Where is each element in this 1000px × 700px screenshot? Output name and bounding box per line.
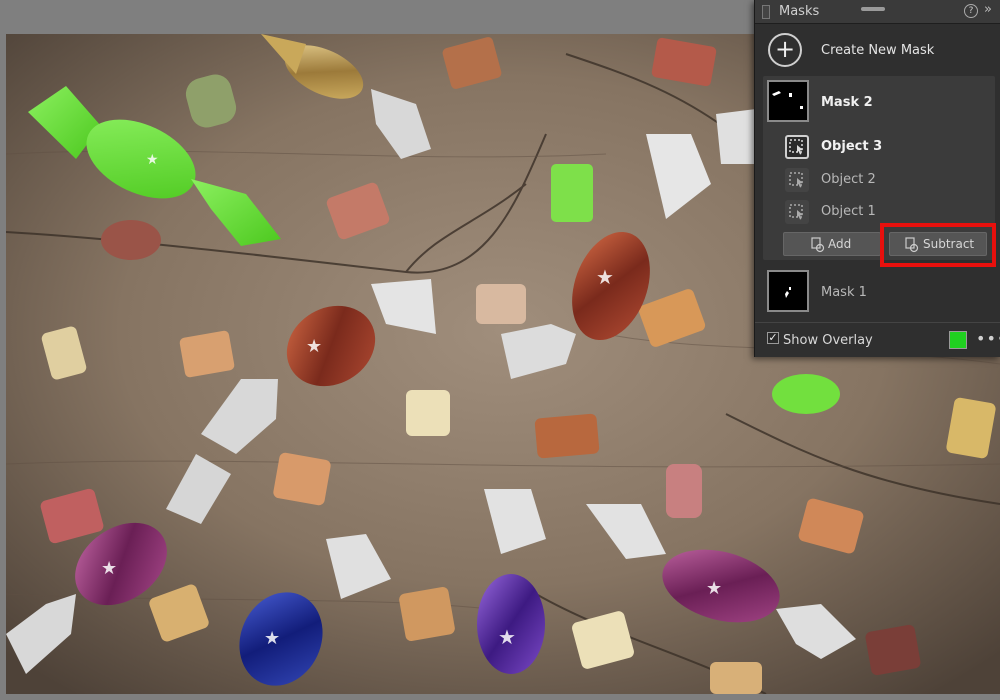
object-select-icon [785,135,809,159]
svg-text:★: ★ [706,578,722,599]
create-new-mask-label: Create New Mask [821,43,935,58]
object-select-icon [785,168,809,192]
object-select-icon [785,200,809,224]
subtract-highlight-box [880,223,996,267]
add-mask-icon [811,237,825,253]
double-chevron-right-icon[interactable]: » [984,2,992,17]
component-name: Object 1 [821,204,876,219]
svg-text:★: ★ [596,265,614,289]
mask-2-preview-icon [772,91,803,109]
component-name: Object 2 [821,172,876,187]
svg-text:★: ★ [101,558,117,579]
overlay-color-swatch[interactable] [949,331,967,349]
create-new-mask-button[interactable]: + Create New Mask [755,26,1000,72]
component-name: Object 3 [821,139,883,154]
plus-circle-icon: + [768,33,802,67]
show-overlay-row: ✓ Show Overlay ••• [755,322,1000,356]
panel-grip-icon[interactable] [762,5,770,19]
mask-name: Mask 2 [821,95,873,110]
more-horizontal-icon[interactable]: ••• [976,329,1000,348]
panel-title: Masks [779,4,820,19]
masks-panel: Masks ? » + Create New Mask Mask 2 Objec… [754,0,1000,357]
mask-thumbnail[interactable] [767,270,809,312]
show-overlay-label[interactable]: Show Overlay [783,333,873,348]
add-label: Add [828,237,852,251]
drag-handle-icon[interactable] [861,7,885,11]
svg-text:★: ★ [498,625,516,649]
svg-text:★: ★ [306,336,322,357]
show-overlay-checkbox[interactable]: ✓ [767,332,779,344]
app-canvas: ★ ★ ★ ★ ★ ★ ★ Masks ? » + Create New Mas… [0,0,1000,700]
panel-header[interactable]: Masks ? » [755,0,1000,24]
svg-text:★: ★ [146,152,159,168]
add-button[interactable]: Add [783,232,881,256]
mask-item-mask-1[interactable]: Mask 1 [763,266,995,318]
mask-name: Mask 1 [821,285,867,300]
help-icon[interactable]: ? [964,4,978,18]
component-object-2[interactable]: Object 2 [763,164,995,194]
component-object-1[interactable]: Object 1 [763,196,995,226]
svg-text:★: ★ [264,628,280,649]
mask-1-preview-icon [785,287,791,298]
component-object-3[interactable]: Object 3 [763,131,995,161]
mask-thumbnail[interactable] [767,80,809,122]
